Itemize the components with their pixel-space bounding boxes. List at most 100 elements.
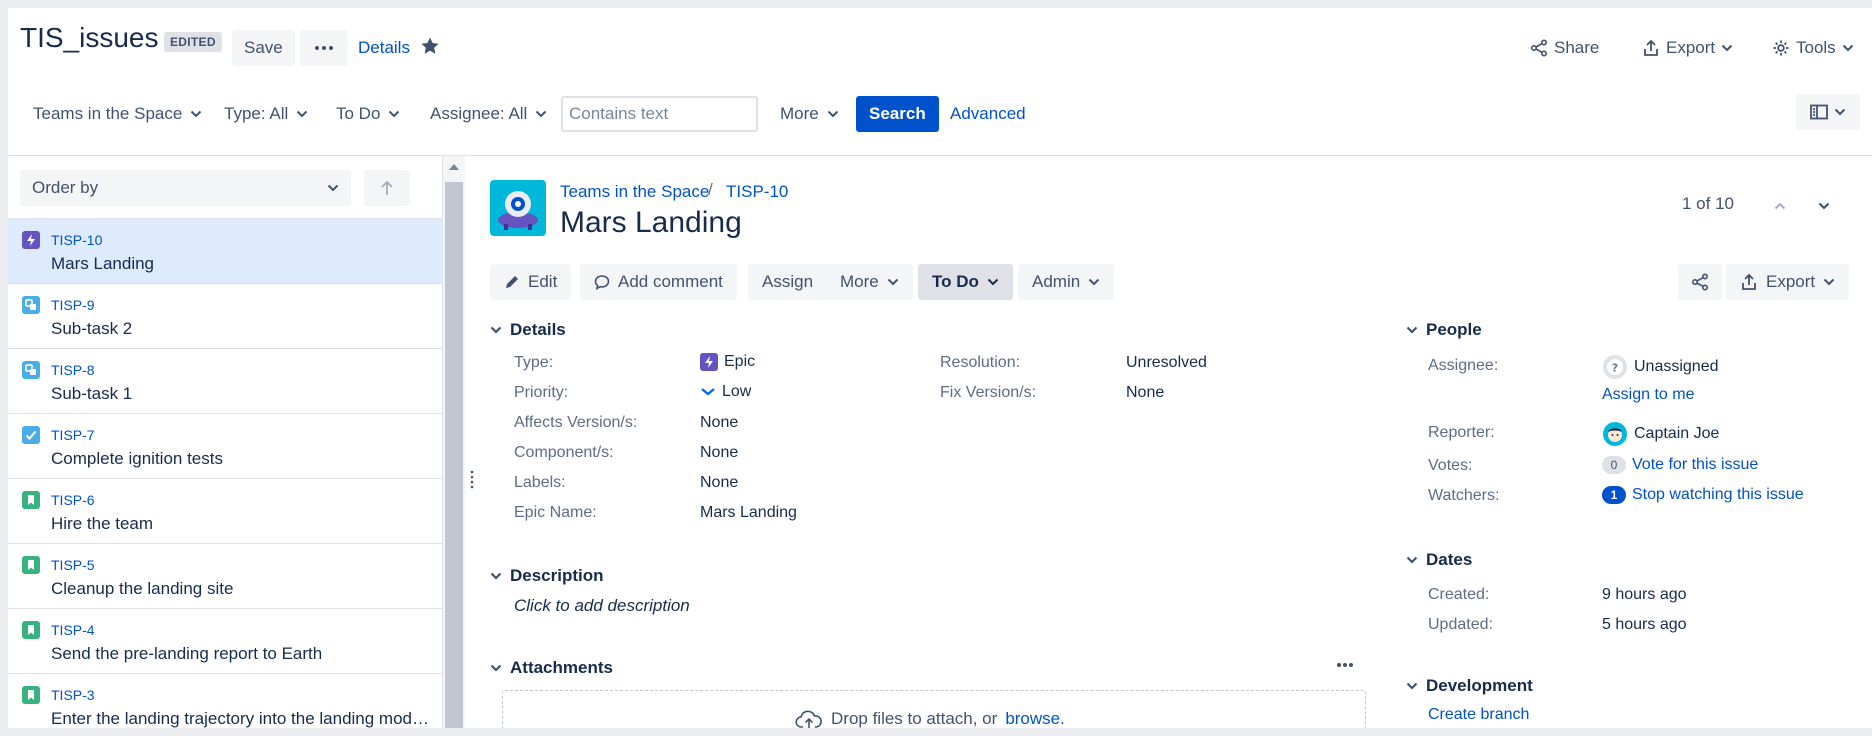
issue-share-button[interactable] xyxy=(1678,264,1722,300)
issue-summary: Sub-task 1 xyxy=(51,384,133,403)
search-button[interactable]: Search xyxy=(856,96,939,132)
issue-key: TISP-7 xyxy=(51,427,95,443)
advanced-search-link[interactable]: Advanced xyxy=(950,104,1026,124)
assign-button[interactable]: Assign xyxy=(748,264,828,300)
save-button[interactable]: Save xyxy=(232,30,295,66)
create-branch-link[interactable]: Create branch xyxy=(1428,706,1529,724)
filter-title: TIS_issues xyxy=(20,22,159,53)
affects-version-label: Affects Version/s: xyxy=(514,414,638,431)
edit-button[interactable]: Edit xyxy=(490,264,572,300)
priority-low-icon xyxy=(701,388,715,396)
add-comment-button[interactable]: Add comment xyxy=(580,264,737,300)
issue-key: TISP-4 xyxy=(51,622,95,638)
assign-to-me-link[interactable]: Assign to me xyxy=(1602,386,1694,404)
drag-handle-icon xyxy=(470,470,474,489)
issue-title[interactable]: Mars Landing xyxy=(560,206,742,240)
status-transition-dropdown[interactable]: To Do xyxy=(918,264,1013,300)
details-link[interactable]: Details xyxy=(358,38,410,58)
issue-list-scrollbar[interactable] xyxy=(443,156,465,728)
reporter-value[interactable]: Captain Joe xyxy=(1602,421,1719,447)
more-actions-dropdown[interactable]: More xyxy=(826,264,913,300)
resolution-value: Unresolved xyxy=(1126,354,1207,371)
labels-value[interactable]: None xyxy=(700,474,738,492)
type-filter[interactable]: Type: All xyxy=(224,96,308,132)
tools-dropdown[interactable]: Tools xyxy=(1772,30,1854,66)
people-section-toggle[interactable]: People xyxy=(1406,320,1482,340)
stop-watching-link[interactable]: Stop watching this issue xyxy=(1632,486,1804,504)
scrollbar-thumb[interactable] xyxy=(445,182,463,728)
filter-more-button[interactable] xyxy=(300,30,347,66)
watchers-label: Watchers: xyxy=(1428,487,1500,504)
issue-summary: Complete ignition tests xyxy=(51,449,223,468)
drop-files-text: Drop files to attach, or xyxy=(831,709,998,728)
attachments-section-toggle[interactable]: Attachments xyxy=(490,658,613,678)
type-label: Type: xyxy=(514,354,554,371)
unassigned-avatar-icon: ? xyxy=(1603,355,1627,379)
breadcrumb-project-link[interactable]: Teams in the Space xyxy=(560,182,709,202)
chevron-down-icon xyxy=(389,110,400,118)
tools-label: Tools xyxy=(1796,38,1836,57)
next-issue-button[interactable] xyxy=(1808,190,1840,222)
attachment-dropzone[interactable]: Drop files to attach, or browse. xyxy=(502,690,1366,728)
vote-for-issue-link[interactable]: Vote for this issue xyxy=(1632,456,1758,474)
description-placeholder[interactable]: Click to add description xyxy=(514,596,690,616)
chevron-down-icon xyxy=(536,110,547,118)
star-icon[interactable] xyxy=(420,36,440,56)
project-filter[interactable]: Teams in the Space xyxy=(33,96,202,132)
issue-key: TISP-5 xyxy=(51,557,95,573)
issue-detail-panel: Teams in the Space / TISP-10 Mars Landin… xyxy=(478,156,1872,728)
epic-icon xyxy=(22,231,40,249)
chevron-down-icon xyxy=(827,110,838,118)
list-item[interactable]: TISP-8 Sub-task 1 xyxy=(8,348,443,413)
share-button[interactable]: Share xyxy=(1530,30,1599,66)
issue-export-dropdown[interactable]: Export xyxy=(1726,264,1850,300)
admin-dropdown[interactable]: Admin xyxy=(1018,264,1115,300)
svg-text:?: ? xyxy=(1612,362,1618,375)
affects-version-value[interactable]: None xyxy=(700,414,738,432)
more-filters-dropdown[interactable]: More xyxy=(780,96,839,132)
cloud-upload-icon xyxy=(795,710,822,728)
development-section-toggle[interactable]: Development xyxy=(1406,676,1533,696)
filter-bar: Teams in the Space Type: All To Do Assig… xyxy=(8,72,1872,156)
component-value[interactable]: None xyxy=(700,444,738,462)
watchers-value: 1 Stop watching this issue xyxy=(1602,486,1804,504)
details-heading: Details xyxy=(510,320,566,339)
assignee-label: Assignee: xyxy=(1428,357,1499,374)
fix-version-value[interactable]: None xyxy=(1126,384,1164,402)
more-actions-label: More xyxy=(840,272,879,291)
story-bookmark-icon xyxy=(22,491,40,509)
description-section-toggle[interactable]: Description xyxy=(490,566,604,586)
list-item[interactable]: TISP-6 Hire the team xyxy=(8,478,443,543)
story-bookmark-icon xyxy=(22,686,40,704)
chevron-down-icon xyxy=(1406,556,1418,564)
scroll-up-arrow-icon[interactable] xyxy=(449,164,459,170)
watchers-count-badge[interactable]: 1 xyxy=(1602,486,1626,504)
dates-heading: Dates xyxy=(1426,550,1473,569)
list-item[interactable]: TISP-9 Sub-task 2 xyxy=(8,283,443,348)
export-dropdown[interactable]: Export xyxy=(1642,30,1733,66)
previous-issue-button[interactable] xyxy=(1764,190,1796,222)
panel-resize-handle[interactable] xyxy=(470,468,474,490)
browse-files-link[interactable]: browse. xyxy=(1005,709,1065,728)
list-item[interactable]: TISP-5 Cleanup the landing site xyxy=(8,543,443,608)
layout-switcher-button[interactable] xyxy=(1796,94,1860,130)
details-section-toggle[interactable]: Details xyxy=(490,320,566,340)
dates-section-toggle[interactable]: Dates xyxy=(1406,550,1472,570)
list-item[interactable]: TISP-10 Mars Landing xyxy=(8,218,443,283)
priority-value: Low xyxy=(700,383,751,401)
status-filter[interactable]: To Do xyxy=(336,96,400,132)
chevron-down-icon xyxy=(1834,108,1846,116)
contains-text-input[interactable] xyxy=(561,96,758,132)
attachments-options-button[interactable] xyxy=(1336,662,1354,668)
sort-direction-button[interactable] xyxy=(364,170,410,206)
order-by-row: Order by xyxy=(8,156,443,218)
assignee-value[interactable]: ? Unassigned xyxy=(1602,354,1719,380)
list-item[interactable]: TISP-7 Complete ignition tests xyxy=(8,413,443,478)
assignee-filter[interactable]: Assignee: All xyxy=(430,96,547,132)
list-item[interactable]: TISP-3 Enter the landing trajectory into… xyxy=(8,673,443,728)
status-label: To Do xyxy=(932,272,979,291)
breadcrumb-issue-key-link[interactable]: TISP-10 xyxy=(726,182,788,202)
epic-name-value[interactable]: Mars Landing xyxy=(700,504,797,522)
list-item[interactable]: TISP-4 Send the pre-landing report to Ea… xyxy=(8,608,443,673)
order-by-select[interactable]: Order by xyxy=(20,170,351,206)
